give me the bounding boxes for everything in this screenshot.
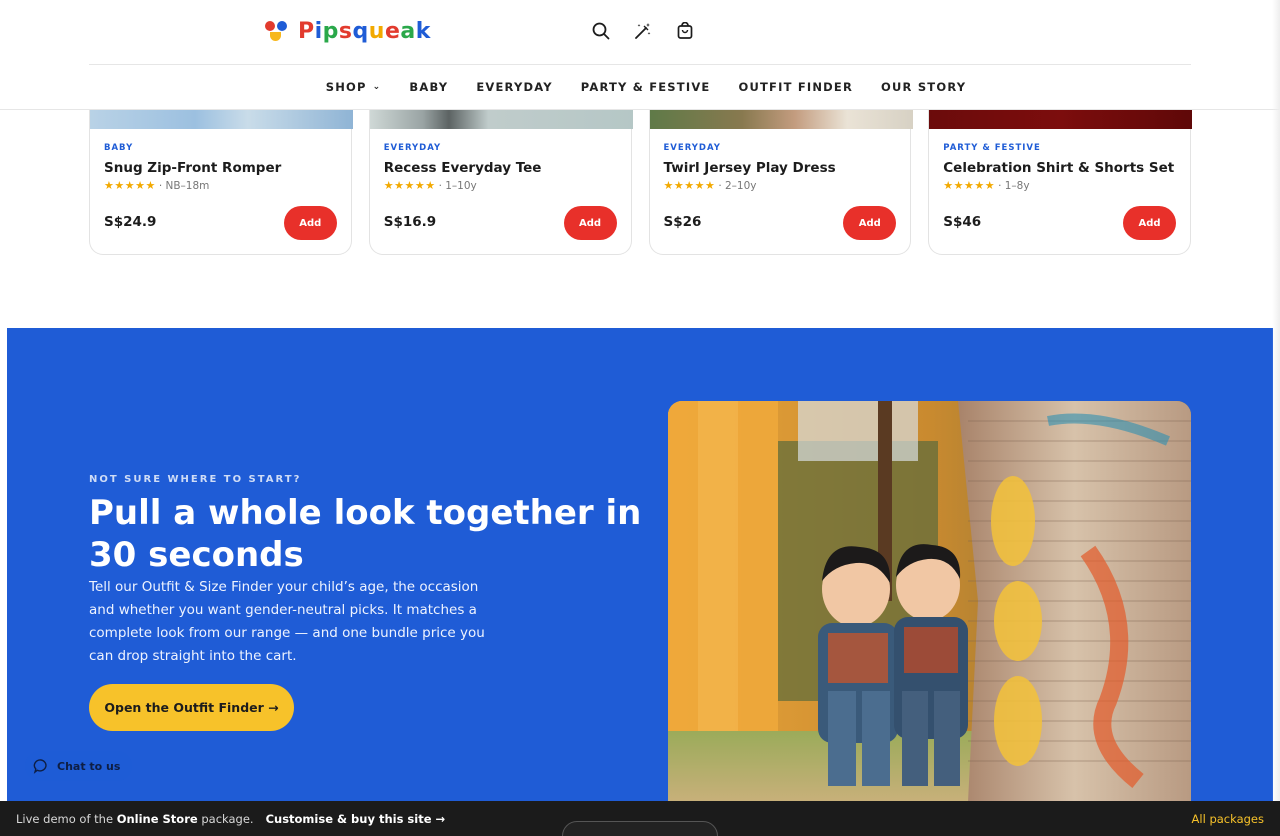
- product-image[interactable]: [649, 108, 913, 129]
- add-to-cart-button[interactable]: Add: [283, 206, 337, 240]
- product-title[interactable]: Snug Zip-Front Romper: [104, 160, 281, 176]
- search-icon[interactable]: [590, 20, 612, 42]
- nav-everyday[interactable]: EVERYDAY: [476, 80, 552, 94]
- size-range: · 1–10y: [438, 179, 477, 192]
- customise-buy-link[interactable]: Customise & buy this site →: [266, 812, 446, 826]
- product-image[interactable]: [929, 108, 1193, 129]
- product-price: S$24.9: [104, 214, 157, 230]
- promo-title: Pull a whole look together in 30 seconds: [89, 493, 642, 575]
- brand-name: Pipsqueak: [298, 18, 431, 44]
- magic-wand-icon[interactable]: [632, 20, 654, 42]
- outfit-finder-promo: NOT SURE WHERE TO START? Pull a whole lo…: [7, 328, 1273, 802]
- nav-shop[interactable]: SHOP ⌄: [326, 80, 382, 94]
- product-image[interactable]: [369, 108, 633, 129]
- demo-package: Online Store: [116, 811, 198, 826]
- add-to-cart-button[interactable]: Add: [1123, 206, 1176, 240]
- brand-logo[interactable]: Pipsqueak: [264, 18, 431, 44]
- product-title[interactable]: Celebration Shirt & Shorts Set: [943, 160, 1174, 176]
- open-outfit-finder-button[interactable]: Open the Outfit Finder →: [89, 684, 294, 731]
- rating-stars: ★★★★★: [383, 179, 436, 192]
- product-price: S$26: [663, 214, 702, 230]
- rating-stars: ★★★★★: [943, 179, 996, 192]
- demo-prefix: Live demo of the: [16, 811, 114, 826]
- product-grid: BABY Snug Zip-Front Romper ★★★★★ · NB–18m…: [89, 108, 1193, 255]
- product-card[interactable]: EVERYDAY Recess Everyday Tee ★★★★★ · 1–10…: [368, 108, 633, 255]
- size-range: · 2–10y: [718, 179, 757, 192]
- main-nav: SHOP ⌄ BABY EVERYDAY PARTY & FESTIVE OUTF…: [0, 64, 1280, 109]
- promo-eyebrow: NOT SURE WHERE TO START?: [89, 474, 302, 485]
- rating-stars: ★★★★★: [104, 179, 156, 192]
- kids-photo: [668, 401, 1191, 802]
- product-title[interactable]: Recess Everyday Tee: [384, 160, 542, 176]
- add-to-cart-button[interactable]: Add: [563, 206, 617, 240]
- product-category: BABY: [104, 143, 134, 153]
- product-image[interactable]: [90, 108, 353, 129]
- add-to-cart-button[interactable]: Add: [843, 206, 897, 240]
- product-card[interactable]: PARTY & FESTIVE Celebration Shirt & Shor…: [928, 108, 1193, 255]
- product-price: S$46: [943, 214, 982, 230]
- product-category: PARTY & FESTIVE: [943, 143, 1041, 153]
- product-title[interactable]: Twirl Jersey Play Dress: [664, 160, 836, 176]
- product-category: EVERYDAY: [383, 143, 442, 153]
- shopping-bag-icon[interactable]: [674, 20, 696, 42]
- rating-stars: ★★★★★: [663, 179, 716, 192]
- chat-button[interactable]: Chat to us: [25, 751, 133, 781]
- chat-bubble-icon: [33, 759, 47, 774]
- nav-our-story[interactable]: OUR STORY: [881, 80, 966, 94]
- nav-outfit-finder[interactable]: OUTFIT FINDER: [738, 80, 853, 94]
- product-card[interactable]: BABY Snug Zip-Front Romper ★★★★★ · NB–18m…: [89, 108, 353, 255]
- demo-bar: Live demo of the Online Store package. C…: [0, 801, 1280, 836]
- all-packages-link[interactable]: All packages: [1192, 812, 1264, 826]
- size-range: · NB–18m: [158, 179, 210, 192]
- product-price: S$16.9: [383, 214, 437, 230]
- site-header: Pipsqueak SHOP ⌄ BABY EVERYDAY PARTY & FE…: [0, 0, 1280, 110]
- product-category: EVERYDAY: [663, 143, 721, 153]
- demo-suffix: package.: [201, 811, 254, 826]
- product-card[interactable]: EVERYDAY Twirl Jersey Play Dress ★★★★★ · …: [648, 108, 913, 255]
- logo-icon: [264, 18, 290, 44]
- size-range: · 1–8y: [998, 179, 1030, 192]
- edge-shadow: [1272, 0, 1280, 801]
- nav-party-festive[interactable]: PARTY & FESTIVE: [581, 80, 711, 94]
- nav-baby[interactable]: BABY: [409, 80, 448, 94]
- chevron-down-icon: ⌄: [372, 81, 382, 92]
- promo-description: Tell our Outfit & Size Finder your child…: [89, 579, 485, 664]
- chat-label: Chat to us: [57, 759, 121, 773]
- toolbar-pill[interactable]: [562, 821, 718, 836]
